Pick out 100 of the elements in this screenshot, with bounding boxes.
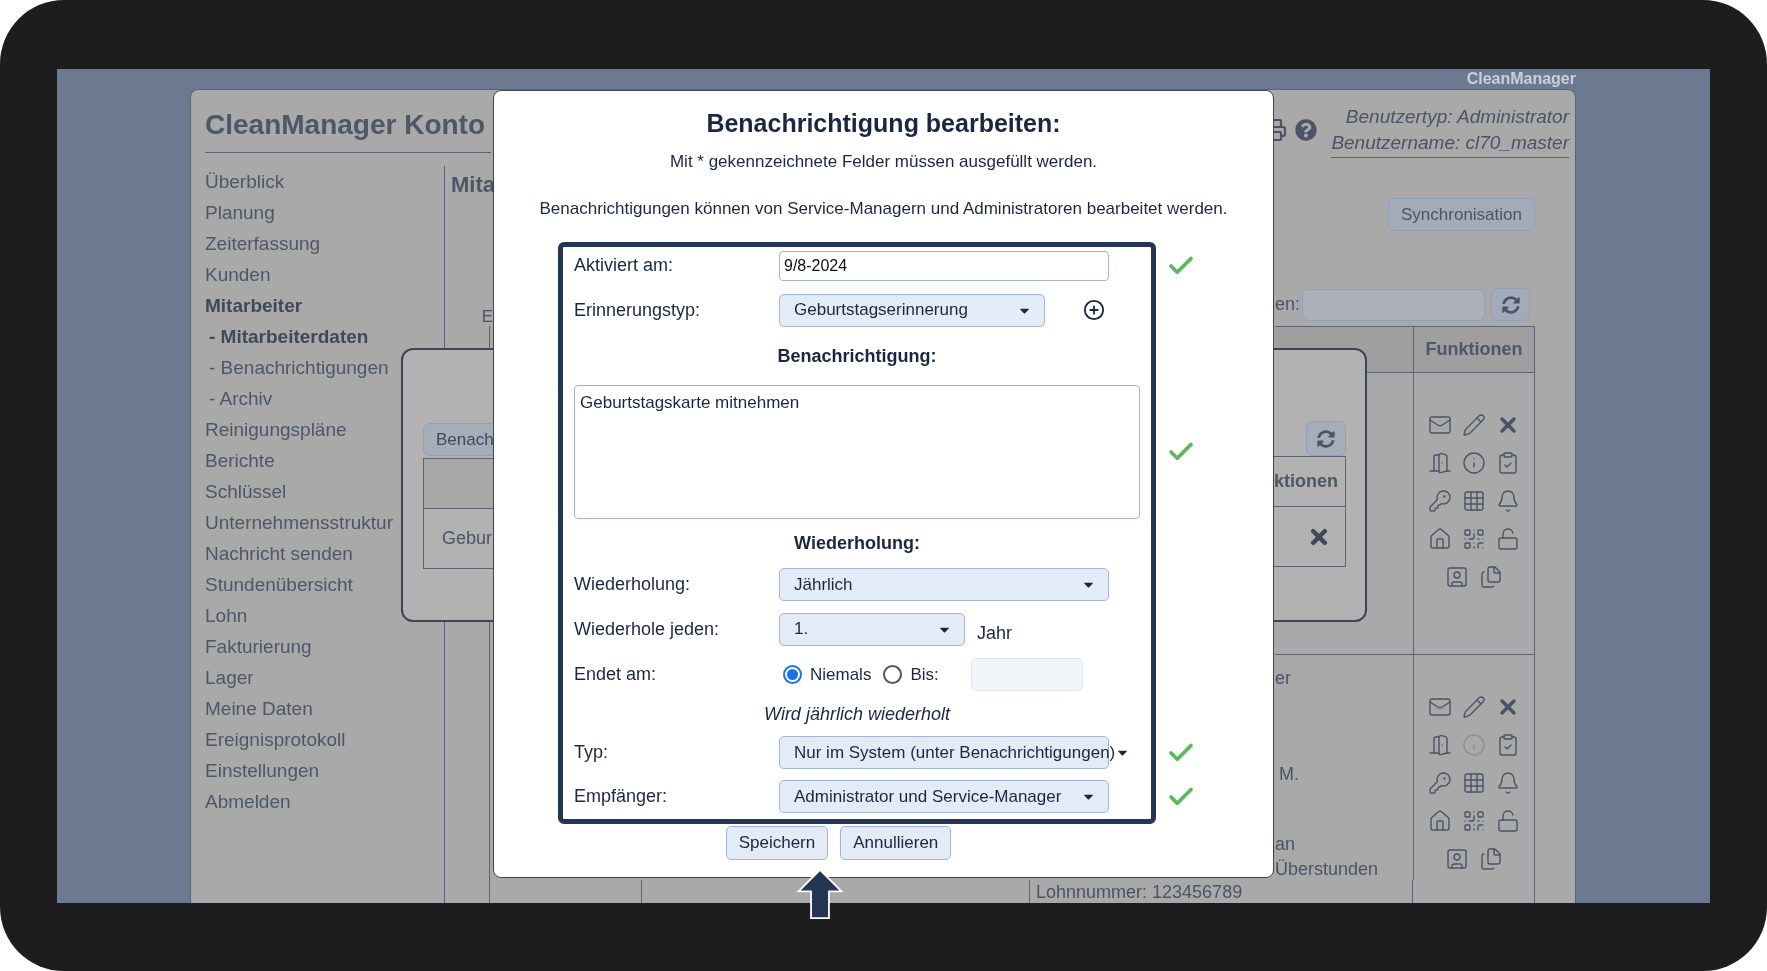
sidebar-item[interactable]: Zeiterfassung (205, 228, 321, 259)
sidebar-item[interactable]: Meine Daten (205, 693, 313, 724)
qr-code-icon[interactable] (1462, 809, 1486, 833)
sidebar-item[interactable]: - Archiv (209, 383, 273, 414)
message-textarea[interactable]: Geburtstagskarte mitnehmen (574, 384, 1140, 519)
dialog-subtitle: Mit * gekennzeichnete Felder müssen ausgefüllt werden. (669, 150, 1098, 173)
sidebar-item[interactable]: Kunden (205, 259, 271, 290)
dropdown[interactable]: Geburtstagserinnerung (779, 293, 1045, 327)
sidebar-item[interactable]: Schlüssel (205, 476, 287, 507)
section-heading: Benachrichtigung: (777, 345, 937, 368)
field-label: Typ: (574, 741, 609, 764)
radio-label: Bis: (910, 663, 939, 686)
field-label: E (481, 306, 493, 328)
clipboard-check-icon[interactable] (1496, 733, 1520, 757)
radio-button[interactable] (883, 665, 903, 684)
add-icon[interactable] (1083, 299, 1105, 321)
user-type-text: Benutzertyp: Administrator (1345, 105, 1569, 129)
portrait-icon[interactable] (1445, 847, 1469, 871)
house-icon[interactable] (1428, 809, 1452, 833)
dropdown-value: Jährlich (794, 573, 853, 596)
sidebar-item[interactable]: Reinigungspläne (205, 414, 347, 445)
sidebar-item[interactable]: Mitarbeiter (205, 290, 303, 321)
dropdown[interactable]: 1. (779, 612, 965, 646)
date-input[interactable]: 9/8-2024 (779, 250, 1109, 281)
user-name-text: Benutzername: cl70_master (1331, 131, 1569, 155)
dropdown-value: Geburtstagserinnerung (794, 299, 968, 322)
field-label: Empfänger: (574, 785, 669, 808)
dropdown-value: 1. (794, 618, 809, 641)
key-icon[interactable] (1428, 771, 1452, 795)
envelope-icon[interactable] (1428, 413, 1452, 437)
sidebar-item[interactable]: Fakturierung (205, 631, 312, 662)
documents-icon[interactable] (1479, 847, 1503, 871)
grid-icon[interactable] (1462, 489, 1486, 513)
qr-code-icon[interactable] (1462, 527, 1486, 551)
page-heading: Mita (451, 171, 495, 199)
cell-text: Überstunden (1275, 858, 1379, 880)
sidebar-item[interactable]: Stundenübersicht (205, 569, 353, 600)
documents-icon[interactable] (1479, 565, 1503, 589)
search-field[interactable] (1302, 288, 1486, 321)
dropdown[interactable]: Administrator und Service-Manager (779, 780, 1109, 813)
app-title: CleanManager Konto (205, 108, 486, 142)
bell-icon[interactable] (1496, 489, 1520, 513)
cell-text: er (1275, 667, 1291, 689)
sidebar-item[interactable]: Überblick (205, 166, 285, 197)
search-label: en: (1275, 293, 1301, 316)
refresh-icon (1317, 429, 1335, 448)
sidebar-item[interactable]: Lohn (205, 600, 248, 631)
field-label: Endet am: (574, 663, 658, 686)
sidebar-item[interactable]: Planung (205, 197, 275, 228)
dropdown-value: Nur im System (unter Benachrichtigungen) (794, 741, 1116, 764)
payroll-number: Lohnnummer: 123456789 (1036, 882, 1243, 902)
door-icon[interactable] (1428, 733, 1452, 757)
column-header: Funktionen (1425, 338, 1523, 361)
key-icon[interactable] (1428, 489, 1452, 513)
cancel-button[interactable]: Annullieren (840, 825, 952, 860)
dialog-title: Benachrichtigung bearbeiten: (706, 108, 1061, 139)
sidebar-item[interactable]: Ereignisprotokoll (205, 724, 346, 755)
refresh-button[interactable] (1306, 421, 1346, 456)
sidebar-item[interactable]: Abmelden (205, 786, 291, 817)
dropdown[interactable]: Jährlich (779, 568, 1109, 601)
cell-text: Gebur (442, 527, 493, 550)
radio-label: Niemals (810, 663, 872, 686)
help-icon[interactable] (1295, 119, 1318, 141)
sidebar-item[interactable]: Nachricht senden (205, 538, 353, 569)
field-label: Erinnerungstyp: (574, 298, 702, 322)
cell-text: an (1275, 833, 1296, 855)
clipboard-check-icon[interactable] (1496, 451, 1520, 475)
grid-icon[interactable] (1462, 771, 1486, 795)
dialog-info: Benachrichtigungen können von Service-Managern und Administratoren bearbeitet werden. (539, 198, 1228, 220)
cell-text: M. (1279, 763, 1299, 785)
unlocked-padlock-icon[interactable] (1496, 809, 1520, 833)
field-label: Aktiviert am: (574, 254, 675, 277)
pencil-icon[interactable] (1462, 695, 1486, 719)
info-icon[interactable] (1462, 451, 1486, 475)
brand-label: CleanManager (1466, 69, 1576, 89)
radio-button[interactable] (783, 665, 802, 684)
sidebar-item[interactable]: - Benachrichtigungen (209, 352, 389, 383)
refresh-button[interactable] (1491, 288, 1531, 321)
house-icon[interactable] (1428, 527, 1452, 551)
section-heading: Wiederholung: (794, 532, 920, 555)
sidebar-item[interactable]: Einstellungen (205, 755, 320, 786)
sidebar-item[interactable]: Unternehmensstruktur (205, 507, 393, 538)
pencil-icon[interactable] (1462, 413, 1486, 437)
field-label: Wiederhole jeden: (574, 617, 721, 641)
sidebar-item[interactable]: - Mitarbeiterdaten (209, 321, 369, 352)
sidebar-item[interactable]: Lager (205, 662, 254, 693)
unlocked-padlock-icon[interactable] (1496, 527, 1520, 551)
sync-button[interactable]: Synchronisation (1388, 198, 1535, 231)
field-label: Wiederholung: (574, 573, 692, 596)
column-header: ktionen (1274, 470, 1338, 493)
dropdown-value: Administrator und Service-Manager (794, 785, 1062, 808)
bell-icon[interactable] (1496, 771, 1520, 795)
sidebar-item[interactable]: Berichte (205, 445, 275, 476)
door-icon[interactable] (1428, 451, 1452, 475)
portrait-icon[interactable] (1445, 565, 1469, 589)
repeat-note: Wird jährlich wiederholt (764, 703, 950, 726)
save-button[interactable]: Speichern (725, 825, 829, 860)
refresh-icon (1501, 295, 1520, 314)
unit-label: Jahr (977, 621, 1012, 645)
envelope-icon[interactable] (1428, 695, 1452, 719)
